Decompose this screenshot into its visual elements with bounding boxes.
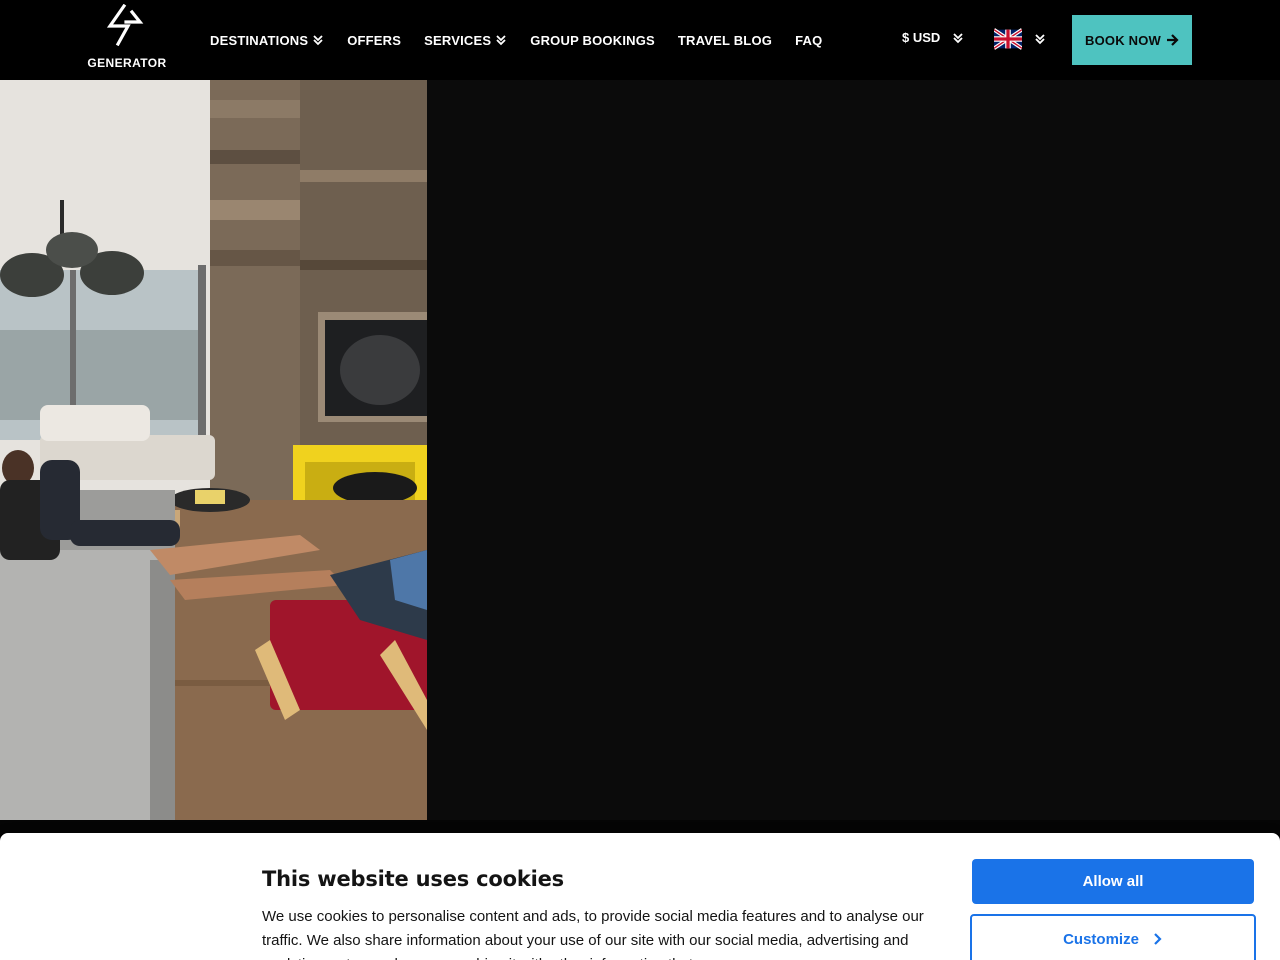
hero-section bbox=[0, 80, 1280, 820]
nav-destinations[interactable]: DESTINATIONS bbox=[210, 33, 324, 48]
allow-all-label: Allow all bbox=[1082, 873, 1144, 890]
nav-travel-blog[interactable]: TRAVEL BLOG bbox=[678, 33, 772, 48]
section-divider bbox=[0, 820, 1280, 834]
chevron-down-icon bbox=[313, 35, 323, 46]
site-header: GENERATOR DESTINATIONS OFFERS SERVICES G… bbox=[0, 0, 1280, 80]
nav-label: GROUP BOOKINGS bbox=[530, 32, 655, 48]
cookie-title: This website uses cookies bbox=[262, 867, 564, 891]
main-nav: DESTINATIONS OFFERS SERVICES GROUP BOOKI… bbox=[210, 30, 845, 50]
nav-label: FAQ bbox=[795, 32, 823, 48]
lightning-logo-icon bbox=[106, 4, 144, 46]
book-now-label: BOOK NOW bbox=[1085, 32, 1161, 48]
currency-label: $ USD bbox=[902, 30, 941, 45]
generator-logo[interactable]: GENERATOR bbox=[86, 4, 168, 72]
chevron-down-icon bbox=[953, 32, 963, 43]
cookie-text: We use cookies to personalise content an… bbox=[262, 908, 924, 960]
allow-all-button[interactable]: Allow all bbox=[972, 859, 1254, 904]
language-selector[interactable] bbox=[994, 28, 1046, 50]
chevron-down-icon bbox=[1035, 34, 1045, 45]
hero-dark-panel bbox=[427, 80, 1280, 820]
nav-offers[interactable]: OFFERS bbox=[347, 33, 401, 48]
cookie-banner: This website uses cookies We use cookies… bbox=[0, 833, 1280, 960]
book-now-button[interactable]: BOOK NOW bbox=[1072, 15, 1192, 65]
living-room-photo bbox=[0, 80, 427, 820]
logo-text: GENERATOR bbox=[87, 56, 167, 70]
nav-label: TRAVEL BLOG bbox=[677, 32, 773, 48]
arrow-right-icon bbox=[1166, 34, 1179, 46]
currency-selector[interactable]: $ USD bbox=[902, 30, 964, 45]
customize-button[interactable]: Customize bbox=[970, 914, 1256, 960]
nav-faq[interactable]: FAQ bbox=[795, 33, 822, 48]
nav-label: SERVICES bbox=[424, 32, 492, 48]
chevron-right-icon bbox=[1154, 933, 1162, 945]
nav-label: DESTINATIONS bbox=[210, 32, 309, 48]
uk-flag-icon bbox=[994, 28, 1022, 50]
nav-label: OFFERS bbox=[347, 32, 402, 48]
nav-group-bookings[interactable]: GROUP BOOKINGS bbox=[530, 33, 655, 48]
nav-services[interactable]: SERVICES bbox=[424, 33, 507, 48]
hero-image bbox=[0, 80, 427, 820]
chevron-down-icon bbox=[496, 35, 506, 46]
customize-label: Customize bbox=[1063, 930, 1139, 948]
